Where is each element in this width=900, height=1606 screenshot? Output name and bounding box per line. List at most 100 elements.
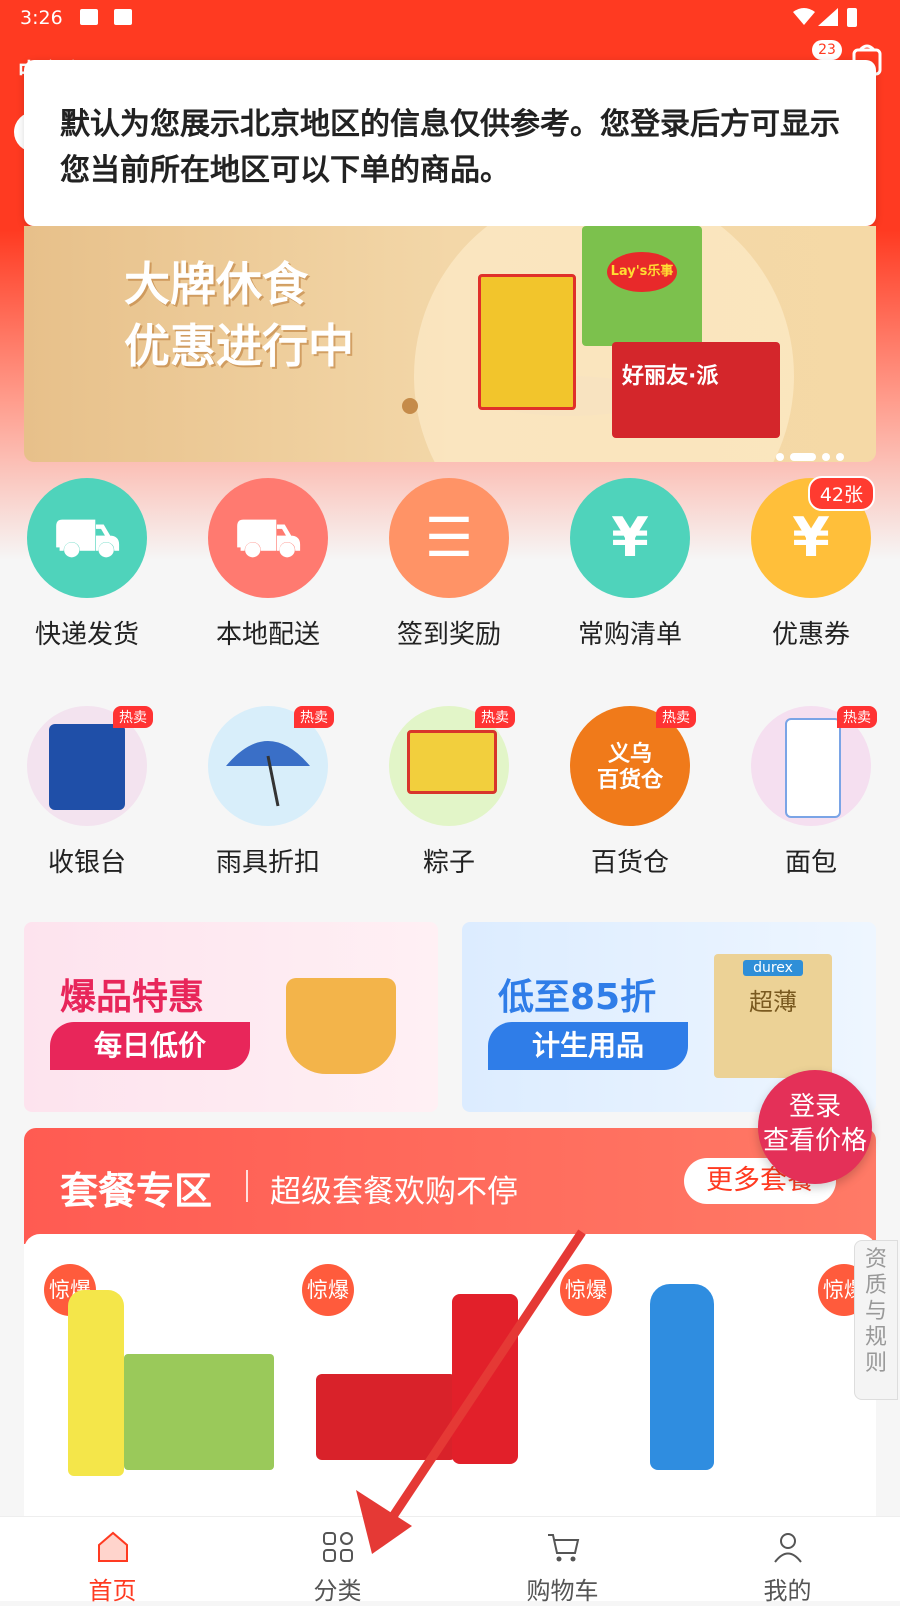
combo-header: 套餐专区 超级套餐欢购不停 更多套餐 [24, 1128, 876, 1244]
hot-category-umbrella[interactable]: 热卖 雨具折扣 [193, 706, 343, 879]
hot-category-bread[interactable]: 热卖 面包 [736, 706, 886, 879]
tab-label: 分类 [313, 1577, 362, 1605]
image-notification-icon [80, 9, 98, 25]
truck-icon: ⛟ [208, 478, 328, 598]
quick-entry-label: 优惠券 [771, 620, 850, 650]
coupon-count-badge: 42张 [807, 476, 875, 511]
hot-badge: 热卖 [475, 706, 515, 728]
quick-entry-checkin[interactable]: ☰ 签到奖励 [374, 478, 524, 651]
hot-category-label: 百货仓 [590, 848, 669, 878]
bottom-tab-bar: 首页 分类 购物车 我的 [0, 1516, 900, 1605]
bread-icon: 热卖 [751, 706, 877, 826]
cola-can-image [452, 1294, 518, 1464]
signal-icon [818, 8, 838, 26]
promo-pill: 计生用品 [488, 1022, 688, 1070]
cart-icon [547, 1534, 579, 1562]
hero-banner[interactable]: 大牌休食 优惠进行中 Lay's乐事 好丽友·派 [24, 226, 876, 462]
combo-divider [246, 1170, 248, 1202]
login-view-price-button[interactable]: 登录 查看价格 [758, 1070, 872, 1184]
tea-case-image [124, 1354, 274, 1470]
promo-title: 爆品特惠 [60, 977, 205, 1018]
tea-bottle-image [68, 1290, 124, 1476]
quick-entry-local-delivery[interactable]: ⛟ 本地配送 [193, 478, 343, 651]
banner-title-line1: 大牌休食 [124, 257, 308, 311]
warehouse-logo-text: 义乌 百货仓 [596, 742, 663, 793]
pie-box-text: 好丽友·派 [622, 364, 719, 389]
hot-category-checkout[interactable]: 热卖 收银台 [12, 706, 162, 879]
quick-entry-express[interactable]: ⛟ 快递发货 [12, 478, 162, 651]
deal-badge: 惊爆 [560, 1264, 612, 1316]
tab-category[interactable]: 分类 [225, 1517, 450, 1605]
app-notification-icon [114, 9, 132, 25]
tab-label: 首页 [88, 1577, 137, 1605]
quick-entry-label: 快递发货 [34, 620, 139, 650]
product-brand: durex [743, 960, 803, 976]
pie-box-image: 好丽友·派 [612, 342, 780, 438]
zongzi-icon: 热卖 [389, 706, 515, 826]
hot-category-label: 粽子 [422, 848, 475, 878]
mushroom-snack-box-image [478, 274, 576, 410]
combo-title: 套餐专区 [60, 1169, 213, 1213]
banner-ball [402, 398, 418, 414]
checkout-shelf-icon: 热卖 [27, 706, 153, 826]
warehouse-logo-icon: 义乌 百货仓 热卖 [570, 706, 696, 826]
combo-product-card[interactable]: 惊爆 [44, 1254, 284, 1494]
category-grid-icon [322, 1532, 353, 1562]
battery-icon [847, 8, 857, 27]
deal-badge: 惊爆 [302, 1264, 354, 1316]
calendar-icon: ☰ [389, 478, 509, 598]
hot-badge: 热卖 [113, 706, 153, 728]
hot-category-label: 面包 [784, 848, 837, 878]
hot-category-label: 雨具折扣 [215, 848, 320, 878]
quick-entries: ⛟ 快递发货 ⛟ 本地配送 ☰ 签到奖励 ¥ 常购清单 ¥ 42张 优惠券 [12, 476, 888, 651]
combo-product-card[interactable]: 惊爆 [302, 1254, 542, 1494]
hot-category-label: 收银台 [47, 848, 126, 878]
promo-pill: 每日低价 [50, 1022, 250, 1070]
shopping-basket-image [286, 978, 396, 1074]
quick-entry-frequent-list[interactable]: ¥ 常购清单 [555, 478, 705, 651]
location-tip-text: 默认为您展示北京地区的信息仅供参考。您登录后方可显示您当前所在地区可以下单的商品… [60, 107, 840, 188]
user-icon [773, 1533, 802, 1563]
scooter-icon: ⛟ [27, 478, 147, 598]
receipt-icon: ¥ [570, 478, 690, 598]
hot-badge: 热卖 [837, 706, 877, 728]
tab-home[interactable]: 首页 [0, 1517, 225, 1605]
umbrella-icon: 热卖 [208, 706, 334, 826]
login-line2: 查看价格 [762, 1126, 867, 1156]
notification-badge: 23 [812, 40, 842, 60]
status-time: 3:26 [20, 7, 63, 29]
side-tab-label: 资质与规则 [865, 1247, 888, 1376]
quick-entry-label: 本地配送 [215, 620, 320, 650]
chips-bag-image: Lay's乐事 [582, 226, 702, 346]
login-line1: 登录 [788, 1092, 841, 1122]
banner-title-line2: 优惠进行中 [124, 319, 354, 373]
qualification-rules-tab[interactable]: 资质与规则 [854, 1240, 898, 1400]
quick-entry-coupons[interactable]: ¥ 42张 优惠券 [736, 476, 886, 651]
chips-brand-logo: Lay's乐事 [607, 252, 677, 292]
tab-label: 购物车 [526, 1577, 599, 1605]
hot-category-warehouse[interactable]: 义乌 百货仓 热卖 百货仓 [555, 706, 705, 879]
quick-entry-label: 签到奖励 [396, 620, 501, 650]
tab-mine[interactable]: 我的 [675, 1517, 900, 1605]
cola-cans-image [316, 1374, 456, 1460]
tab-cart[interactable]: 购物车 [450, 1517, 675, 1605]
banner-pagination [770, 446, 844, 465]
hot-categories: 热卖 收银台 热卖 雨具折扣 热卖 粽子 义乌 百货仓 热卖 百货仓 热卖 面包 [12, 706, 888, 886]
quick-entry-label: 常购清单 [577, 620, 682, 650]
promo-title: 低至85折 [498, 977, 657, 1018]
home-icon [97, 1531, 128, 1562]
hot-badge: 热卖 [656, 706, 696, 728]
location-tip-popup[interactable]: 默认为您展示北京地区的信息仅供参考。您登录后方可显示您当前所在地区可以下单的商品… [24, 60, 876, 226]
water-bottle-image [650, 1284, 714, 1470]
coupon-icon: ¥ 42张 [751, 476, 875, 598]
hot-category-zongzi[interactable]: 热卖 粽子 [374, 706, 524, 879]
promo-hot-deals[interactable]: 爆品特惠 每日低价 [24, 922, 438, 1112]
tab-label: 我的 [763, 1577, 812, 1605]
combo-product-card[interactable]: 惊爆 [560, 1254, 800, 1494]
wifi-icon [793, 8, 815, 25]
combo-subtitle: 超级套餐欢购不停 [270, 1174, 518, 1210]
product-name: 超薄 [749, 988, 797, 1016]
status-bar: 3:26 [0, 0, 900, 36]
product-box-image: durex 超薄 [714, 954, 832, 1078]
hot-badge: 热卖 [294, 706, 334, 728]
